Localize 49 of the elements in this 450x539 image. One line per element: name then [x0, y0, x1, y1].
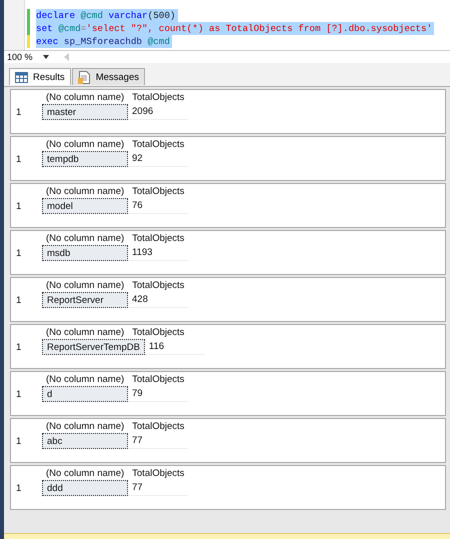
table-cell: 1193 — [128, 245, 188, 261]
grid-icon — [15, 72, 28, 82]
row-number: 1 — [15, 248, 22, 258]
column-header[interactable]: TotalObjects — [128, 280, 188, 290]
table-cell: abc — [42, 433, 128, 449]
column-header[interactable]: (No column name) — [42, 92, 128, 102]
row-number: 1 — [15, 388, 22, 400]
row-number: 1 — [15, 154, 22, 164]
column-header[interactable]: TotalObjects — [128, 374, 188, 384]
table-cell: ddd — [42, 480, 128, 496]
table-cell: msdb — [42, 245, 128, 261]
table-cell: ReportServerTempDB — [42, 339, 145, 355]
column-header[interactable]: (No column name) — [42, 468, 128, 478]
column-header[interactable]: (No column name) — [42, 374, 128, 384]
row-number: 1 — [15, 200, 22, 212]
column-header[interactable]: TotalObjects — [128, 326, 188, 338]
row-number: 1 — [15, 436, 22, 446]
tab[interactable]: Results — [9, 68, 71, 85]
table-cell: 2096 — [128, 104, 188, 120]
table-cell: model — [42, 198, 128, 214]
document-icon — [78, 70, 91, 84]
table-cell: ReportServer — [42, 292, 128, 308]
row-number: 1 — [15, 482, 22, 494]
table-cell: master — [42, 104, 128, 120]
row-number: 1 — [15, 106, 22, 118]
column-header[interactable]: TotalObjects — [128, 468, 188, 478]
column-header[interactable]: (No column name) — [42, 280, 128, 290]
column-header[interactable]: (No column name) — [42, 232, 128, 244]
column-header[interactable]: (No column name) — [42, 186, 128, 196]
column-header[interactable]: TotalObjects — [128, 232, 188, 244]
caret-icon — [42, 55, 49, 59]
tab[interactable]: Messages — [72, 68, 145, 85]
column-header[interactable]: TotalObjects — [128, 420, 188, 432]
column-header[interactable]: (No column name) — [42, 138, 128, 150]
column-header[interactable]: TotalObjects — [128, 138, 188, 150]
row-number: 1 — [15, 342, 22, 352]
column-header[interactable]: TotalObjects — [128, 186, 188, 196]
table-cell: d — [42, 386, 128, 402]
row-number: 1 — [15, 294, 22, 306]
table-cell: 116 — [144, 339, 205, 355]
column-header[interactable]: (No column name) — [42, 326, 128, 338]
table-cell: 76 — [128, 198, 188, 214]
column-header[interactable]: (No column name) — [42, 420, 128, 432]
scroll-left-icon[interactable] — [64, 53, 69, 61]
table-cell: tempdb — [42, 151, 128, 167]
column-header[interactable]: TotalObjects — [128, 92, 188, 102]
table-cell: 92 — [128, 151, 188, 167]
table-cell: 428 — [128, 292, 188, 308]
table-cell: 79 — [128, 386, 188, 402]
